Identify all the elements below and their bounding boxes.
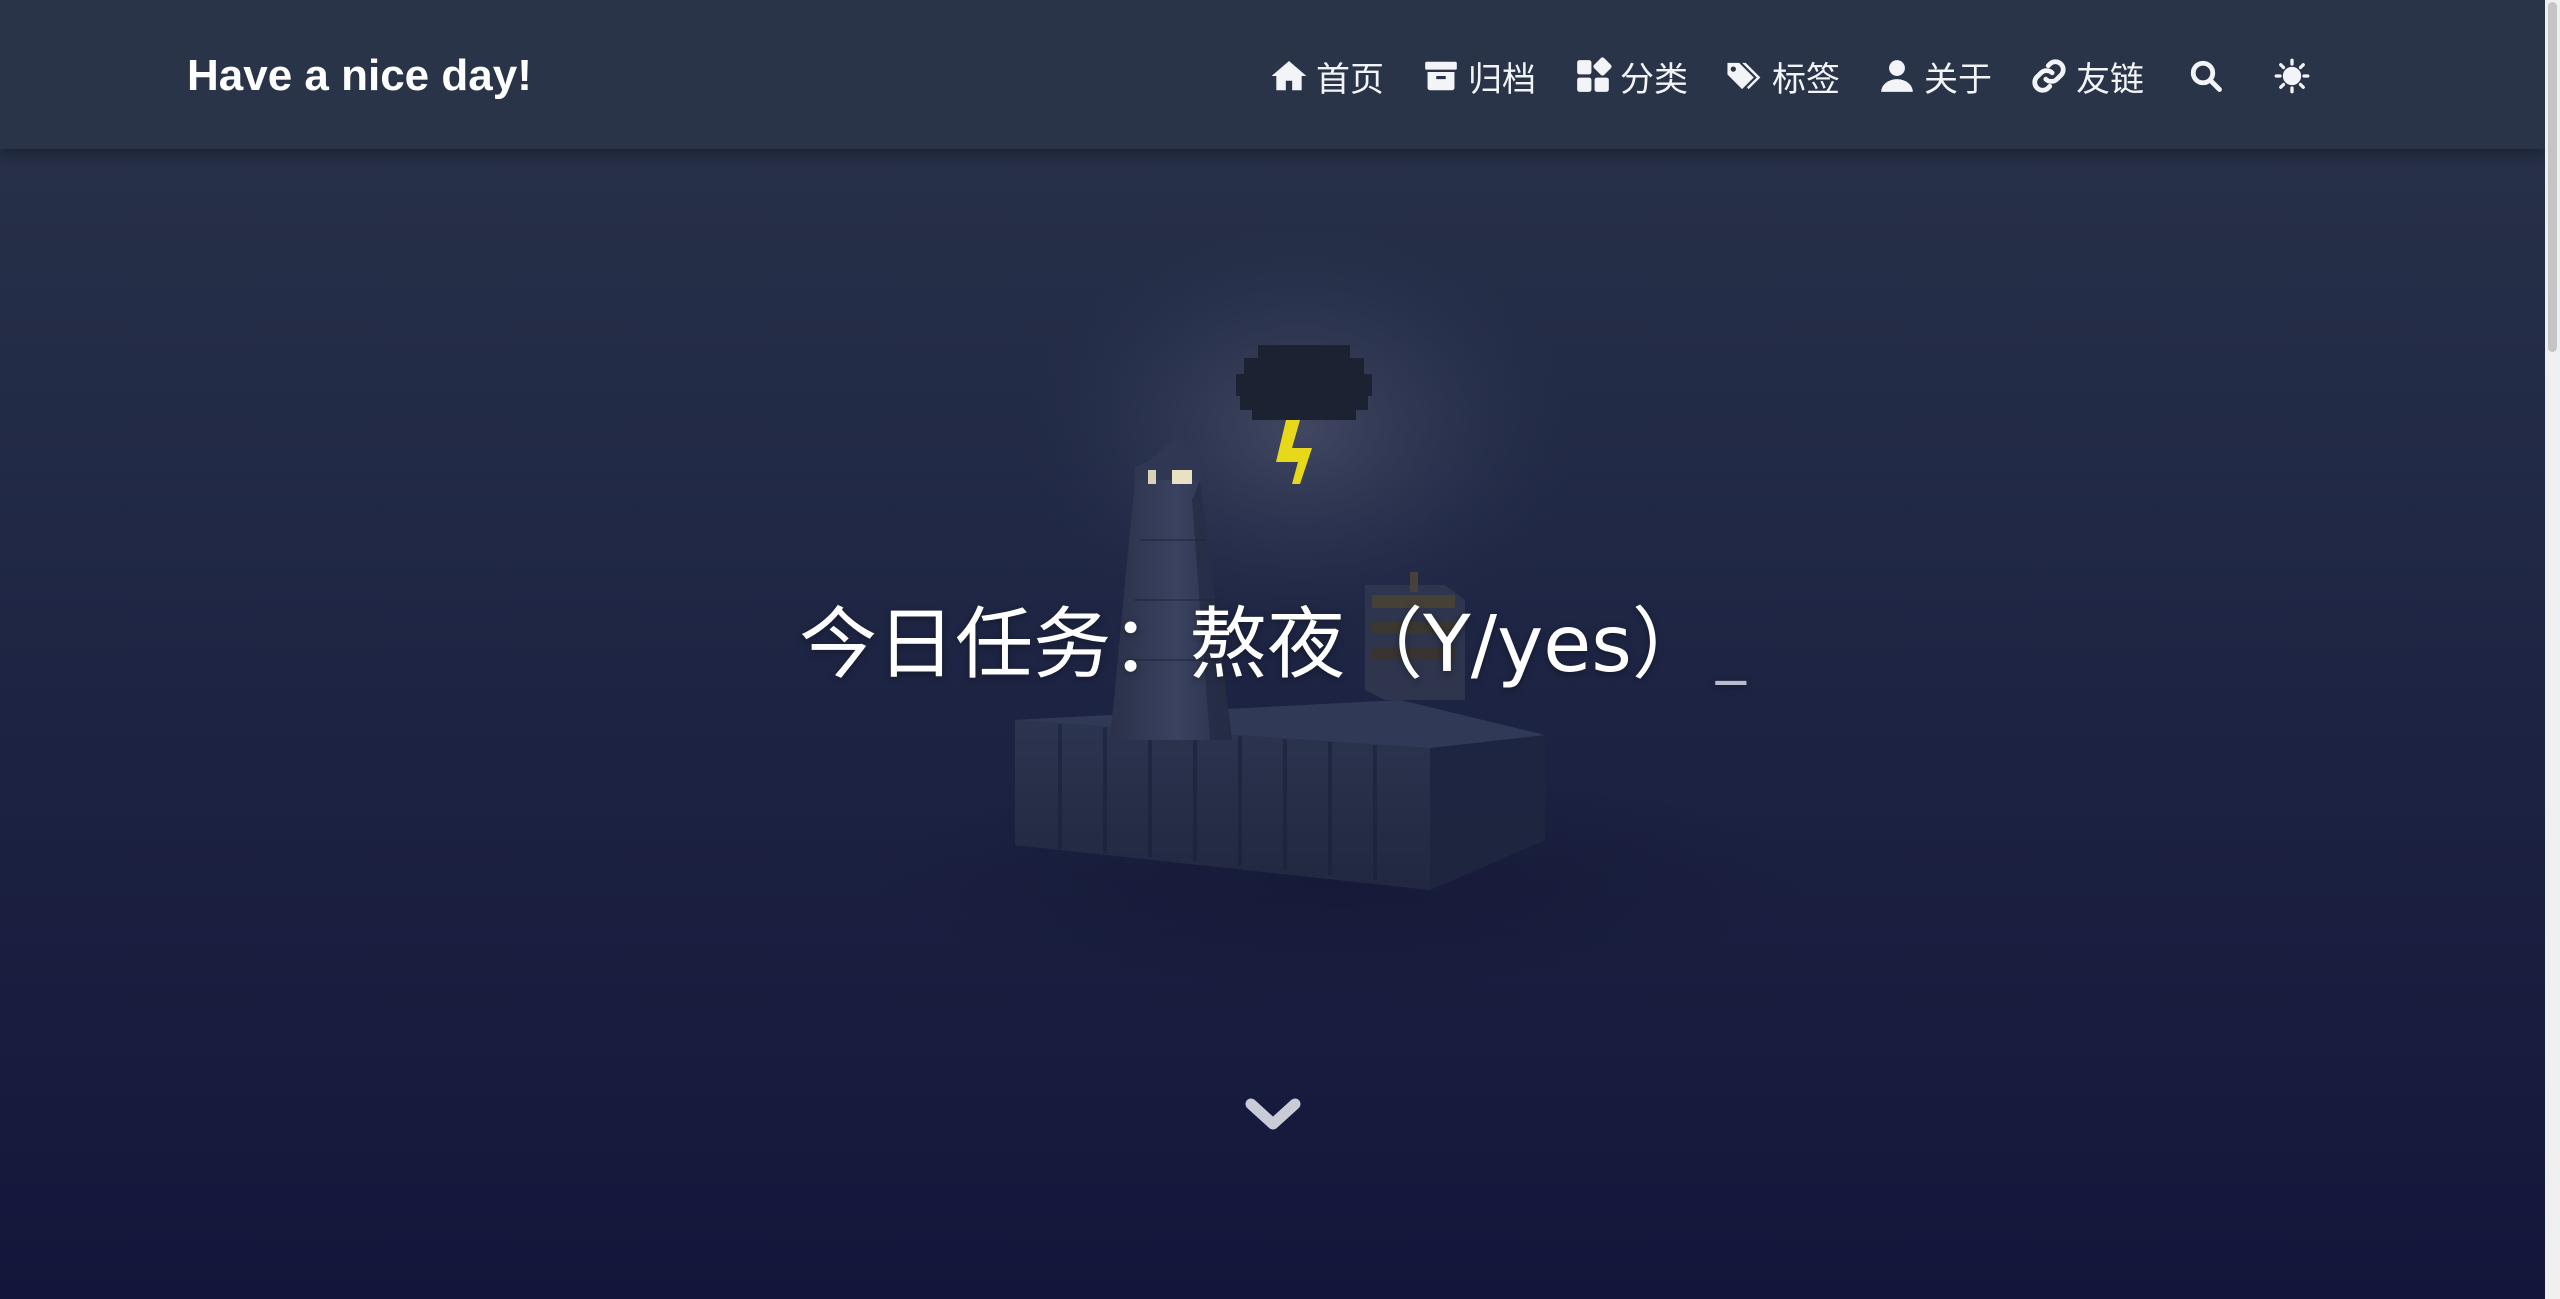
home-icon <box>1271 60 1307 91</box>
island <box>1015 700 1545 890</box>
link-icon <box>2032 59 2066 93</box>
search-icon <box>2190 60 2222 92</box>
scrollbar-thumb[interactable] <box>2548 2 2557 352</box>
user-icon <box>1881 60 1913 92</box>
lightning-bolt <box>1276 420 1312 484</box>
top-navbar: Have a nice day! 首页 归档 分类 标签 关于 友链 <box>0 0 2545 149</box>
hero-subtitle: 今日任务：熬夜（Y/yes） _ <box>0 590 2545 706</box>
nav-label-friend-links: 友链 <box>2076 59 2144 100</box>
nav-item-home[interactable]: 首页 <box>1251 48 1403 104</box>
nav-label-tags: 标签 <box>1772 59 1840 100</box>
tags-icon <box>1727 62 1761 90</box>
search-button[interactable] <box>2163 48 2249 104</box>
nav-label-categories: 分类 <box>1620 59 1688 100</box>
nav-label-home: 首页 <box>1316 59 1384 100</box>
nav-item-tags[interactable]: 标签 <box>1707 48 1859 104</box>
nav-item-friend-links[interactable]: 友链 <box>2011 48 2163 104</box>
page-scrollbar[interactable] <box>2545 0 2560 1299</box>
nav-item-categories[interactable]: 分类 <box>1555 48 1707 104</box>
nav-menu: 首页 归档 分类 标签 关于 友链 <box>1251 48 2335 104</box>
sun-icon <box>2274 58 2310 94</box>
page: Have a nice day! 首页 归档 分类 标签 关于 友链 今日任务：… <box>0 0 2560 1299</box>
nav-label-archive: 归档 <box>1468 59 1536 100</box>
typing-cursor: _ <box>1715 616 1746 686</box>
theme-toggle-button[interactable] <box>2249 48 2335 104</box>
nav-label-about: 关于 <box>1924 59 1992 100</box>
site-title[interactable]: Have a nice day! <box>187 48 532 104</box>
nav-item-about[interactable]: 关于 <box>1859 48 2011 104</box>
nav-item-archive[interactable]: 归档 <box>1403 48 1555 104</box>
hero-subtitle-text: 今日任务：熬夜（Y/yes） <box>799 600 1710 690</box>
chevron-down-icon <box>1245 1098 1301 1130</box>
scroll-down-button[interactable] <box>1245 1092 1301 1136</box>
storm-cloud <box>1236 345 1372 420</box>
archive-icon <box>1425 61 1457 91</box>
categories-icon <box>1577 57 1612 92</box>
